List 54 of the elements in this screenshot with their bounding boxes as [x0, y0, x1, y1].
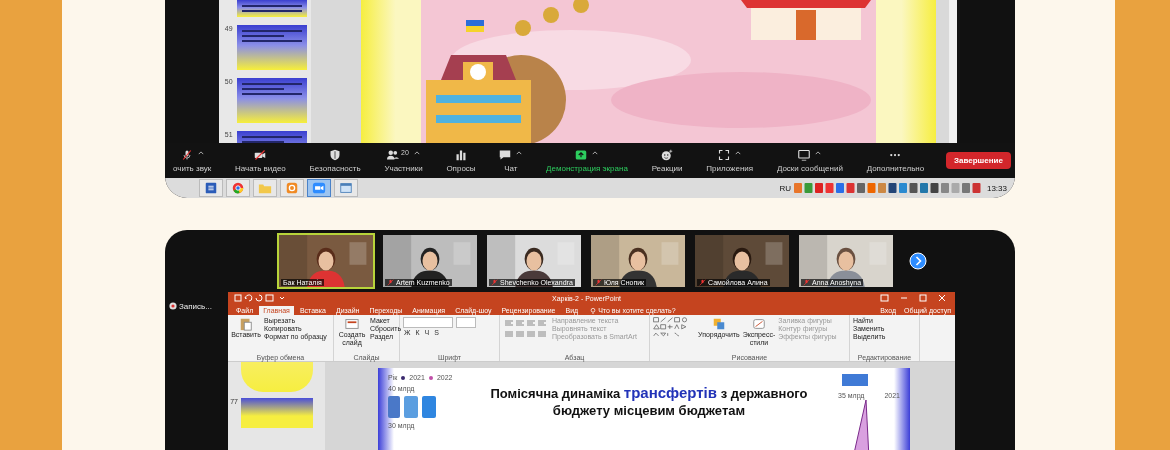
toolbar-button[interactable]: Демонстрация экрана	[544, 148, 630, 173]
ring-app-icon	[285, 181, 299, 195]
slide-thumbnail[interactable]	[236, 78, 307, 123]
document-app-icon	[204, 181, 218, 195]
muted-microphone-icon	[180, 148, 193, 161]
toolbar-button[interactable]: Доски сообщений	[774, 148, 845, 173]
slide-shape	[842, 374, 868, 386]
toolbar-button[interactable]: Реакции	[649, 148, 685, 173]
caret-icon[interactable]	[735, 150, 742, 155]
cloud-record-icon	[169, 302, 177, 310]
slide-title: Помісячна динаміка трансфертів з державного бюджету місцевим бюджетам	[489, 383, 809, 420]
peak-shape-drawing	[852, 399, 870, 450]
clock: 13:33	[986, 183, 1007, 193]
toolbar-button[interactable]: Дополнительно	[864, 148, 927, 173]
people-icon	[387, 148, 400, 161]
arrange-shapes-icon	[711, 317, 726, 331]
share-screen-icon	[575, 148, 588, 161]
shield-icon	[329, 148, 342, 161]
taskbar-button[interactable]	[199, 179, 223, 197]
smiley-icon	[661, 148, 674, 161]
video-camera-app-icon	[312, 181, 326, 195]
slide-thumbnail[interactable]	[236, 0, 307, 17]
toolbar-button[interactable]: Безопасность	[307, 148, 363, 173]
crossed-camera-icon	[254, 148, 267, 161]
taskbar-button[interactable]	[334, 179, 358, 197]
browser-icon	[231, 181, 245, 195]
toolbar-button[interactable]: Начать видео	[233, 148, 288, 173]
caret-icon[interactable]	[197, 150, 204, 155]
taskbar-button[interactable]	[226, 179, 250, 197]
language-indicator[interactable]: RU	[779, 183, 791, 193]
toolbar-button[interactable]: Опросы	[444, 148, 478, 173]
taskbar-button[interactable]	[307, 179, 331, 197]
font-name-field[interactable]	[403, 317, 453, 328]
window-app-icon	[339, 181, 353, 195]
next-page-icon[interactable]	[909, 252, 927, 270]
apps-icon	[718, 148, 731, 161]
toolbar-button[interactable]: Чат	[497, 148, 525, 173]
recording-label: Запись...	[179, 302, 212, 311]
slide-thumbnail[interactable]	[241, 362, 313, 392]
caret-icon[interactable]	[516, 150, 523, 155]
bar-chart-icon	[454, 148, 467, 161]
monitor-icon	[798, 148, 811, 161]
slide-thumbnail[interactable]	[241, 398, 313, 428]
toolbar-button[interactable]: Приложения	[704, 148, 756, 173]
bars-drawing	[388, 396, 438, 418]
font-size-field[interactable]	[456, 317, 476, 328]
toolbar-button[interactable]: очить звук	[171, 148, 214, 173]
end-meeting-button[interactable]: Завершение	[946, 152, 1011, 169]
slide-thumbnail[interactable]	[236, 25, 307, 70]
caret-icon[interactable]	[413, 150, 420, 155]
caret-icon[interactable]	[592, 150, 599, 155]
scrollbar[interactable]	[949, 0, 958, 143]
caret-icon[interactable]	[815, 150, 822, 155]
chat-bubble-icon	[499, 148, 512, 161]
